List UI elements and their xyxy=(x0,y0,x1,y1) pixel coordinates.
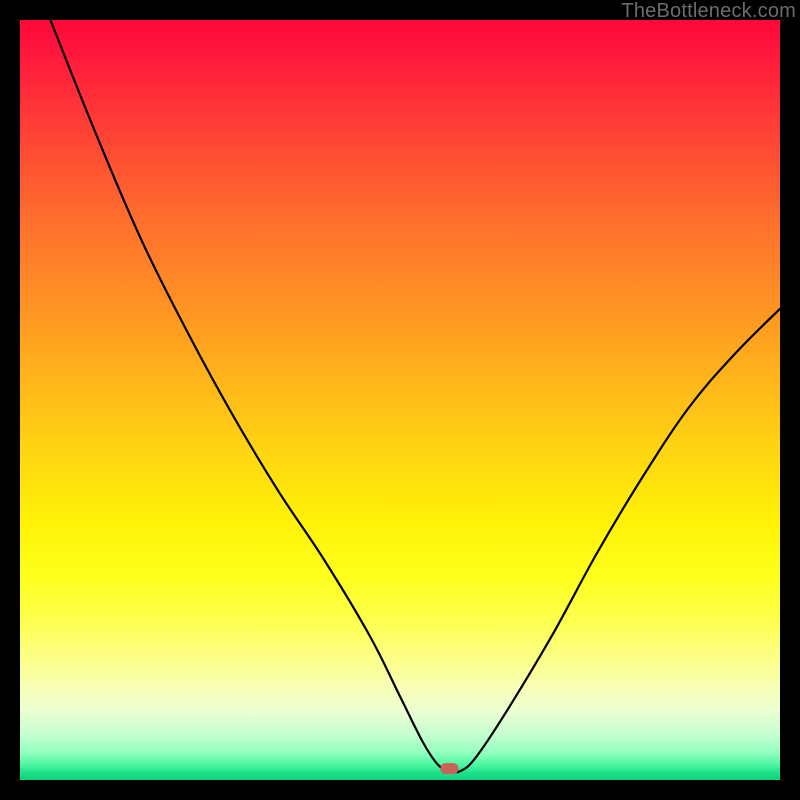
chart-frame: TheBottleneck.com xyxy=(0,0,800,800)
plot-area xyxy=(20,20,780,780)
minimum-marker xyxy=(440,763,458,774)
bottleneck-curve xyxy=(50,20,780,772)
bottleneck-curve-svg xyxy=(20,20,780,780)
watermark-text: TheBottleneck.com xyxy=(621,0,796,23)
